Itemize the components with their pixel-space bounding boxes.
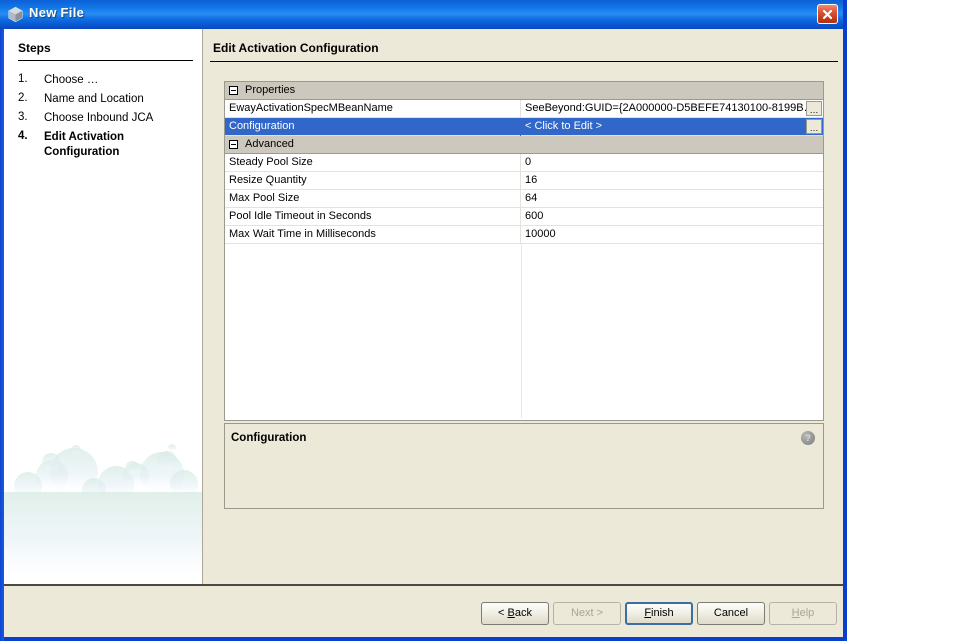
property-name: Pool Idle Timeout in Seconds	[225, 208, 521, 226]
wizard-content-panel: Edit Activation Configuration Properties…	[204, 29, 843, 584]
group-label: Advanced	[245, 138, 294, 150]
property-name: Configuration	[225, 118, 521, 136]
browse-button[interactable]: …	[806, 101, 822, 116]
property-name: Max Pool Size	[225, 190, 521, 208]
back-button[interactable]: < Back	[481, 602, 549, 625]
button-bar: < Back Next > Finish Cancel Help	[4, 586, 843, 637]
cube-icon	[7, 6, 24, 23]
next-button-label: Next >	[570, 607, 604, 619]
table-group-row-properties[interactable]: Properties	[225, 82, 823, 100]
close-icon[interactable]	[817, 4, 838, 24]
cancel-button[interactable]: Cancel	[697, 602, 765, 625]
back-button-label: < Back	[498, 607, 532, 619]
title-bar: New File	[0, 0, 843, 29]
step-number: 2.	[18, 92, 28, 104]
step-label: Choose …	[44, 74, 99, 86]
table-row[interactable]: Pool Idle Timeout in Seconds 600	[225, 208, 823, 226]
step-label: Name and Location	[44, 93, 144, 105]
step-label: Choose Inbound JCA	[44, 112, 154, 124]
new-file-dialog-window: New File Steps 1. Choose … 2. Name and L…	[0, 0, 847, 641]
step-number: 3.	[18, 111, 28, 123]
table-row[interactable]: Max Wait Time in Milliseconds 10000	[225, 226, 823, 244]
minus-box-icon[interactable]	[229, 86, 238, 95]
steps-sidebar: Steps 1. Choose … 2. Name and Location 3…	[4, 29, 203, 584]
step-number: 4.	[18, 130, 28, 142]
help-button: Help	[769, 602, 837, 625]
table-row[interactable]: Max Pool Size 64	[225, 190, 823, 208]
page-title-divider	[210, 61, 838, 62]
table-row[interactable]: Steady Pool Size 0	[225, 154, 823, 172]
property-value[interactable]: 64	[521, 190, 823, 208]
description-panel: Configuration ?	[224, 423, 824, 509]
property-name: Resize Quantity	[225, 172, 521, 190]
window-title: New File	[29, 5, 85, 20]
property-value[interactable]: 0	[521, 154, 823, 172]
decorative-bubbles-graphic	[4, 444, 202, 584]
property-name: Steady Pool Size	[225, 154, 521, 172]
question-mark-icon[interactable]: ?	[801, 431, 815, 445]
properties-table[interactable]: Properties EwayActivationSpecMBeanName S…	[224, 81, 824, 421]
property-value[interactable]: 16	[521, 172, 823, 190]
description-title: Configuration	[231, 432, 307, 444]
property-name: EwayActivationSpecMBeanName	[225, 100, 521, 118]
table-row[interactable]: EwayActivationSpecMBeanName SeeBeyond:GU…	[225, 100, 823, 118]
table-empty-area	[225, 244, 823, 418]
property-value[interactable]: 10000	[521, 226, 823, 244]
next-button: Next >	[553, 602, 621, 625]
table-row[interactable]: Resize Quantity 16	[225, 172, 823, 190]
step-number: 1.	[18, 73, 28, 85]
property-value[interactable]: 600	[521, 208, 823, 226]
finish-button[interactable]: Finish	[625, 602, 693, 625]
step-label: Edit Activation Configuration	[44, 131, 125, 158]
group-label: Properties	[245, 84, 296, 96]
steps-divider	[18, 60, 193, 61]
finish-button-label: Finish	[644, 607, 674, 619]
browse-button[interactable]: …	[806, 119, 822, 134]
page-title: Edit Activation Configuration	[213, 41, 379, 55]
property-name: Max Wait Time in Milliseconds	[225, 226, 521, 244]
property-value: SeeBeyond:GUID={2A000000-D5BEFE74130100-…	[525, 102, 815, 114]
property-value[interactable]: < Click to Edit >	[521, 118, 823, 136]
minus-box-icon[interactable]	[229, 140, 238, 149]
table-row[interactable]: Configuration < Click to Edit > …	[225, 118, 823, 136]
steps-heading: Steps	[18, 41, 51, 55]
cancel-button-label: Cancel	[713, 607, 749, 619]
help-button-label: Help	[791, 607, 815, 619]
table-group-row-advanced[interactable]: Advanced	[225, 136, 823, 154]
